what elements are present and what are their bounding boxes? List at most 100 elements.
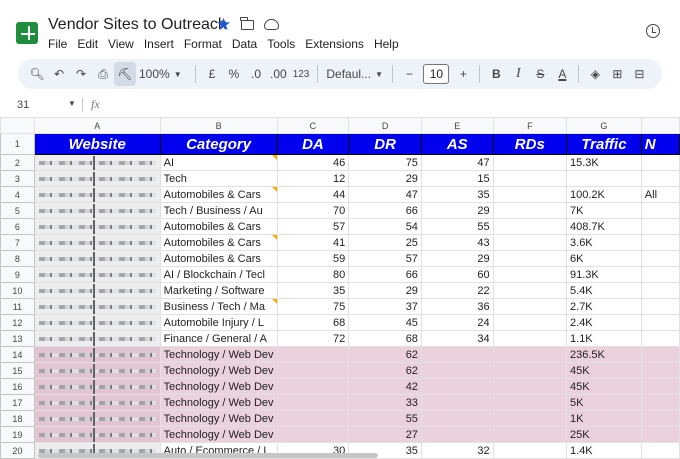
decrease-font-size-button[interactable]: − xyxy=(398,62,420,86)
cell-as[interactable]: 35 xyxy=(420,186,494,203)
cell-rds[interactable] xyxy=(492,266,568,283)
cell-rds[interactable] xyxy=(492,202,568,219)
cell-dr[interactable]: 29 xyxy=(348,170,422,187)
cell-h[interactable] xyxy=(640,394,680,411)
fill-color-icon[interactable]: ◈ xyxy=(584,62,606,86)
row-header[interactable]: 18 xyxy=(0,410,35,427)
cell-website[interactable] xyxy=(33,298,161,315)
cell-h[interactable] xyxy=(640,410,680,427)
cell-rds[interactable] xyxy=(492,362,568,379)
cell-rds[interactable] xyxy=(492,234,568,251)
cell-category[interactable]: Technology / Web Dev xyxy=(159,426,278,443)
horizontal-scrollbar[interactable] xyxy=(38,453,378,458)
text-color-button[interactable]: A xyxy=(551,62,573,86)
row-header[interactable]: 6 xyxy=(0,218,35,235)
row-header[interactable]: 15 xyxy=(0,362,35,379)
redo-icon[interactable]: ↷ xyxy=(70,62,92,86)
row-header[interactable]: 9 xyxy=(0,266,35,283)
cell-da[interactable]: 35 xyxy=(276,282,350,299)
cell-traffic[interactable]: 91.3K xyxy=(566,266,642,283)
cell-traffic[interactable]: 5K xyxy=(566,394,642,411)
row-header[interactable]: 16 xyxy=(0,378,35,395)
cell-da[interactable] xyxy=(276,378,350,395)
cell-dr[interactable]: 62 xyxy=(348,362,422,379)
row-header[interactable]: 3 xyxy=(0,170,35,187)
cell-traffic[interactable]: 7K xyxy=(566,202,642,219)
cell-as[interactable] xyxy=(420,426,494,443)
cell-traffic[interactable]: 45K xyxy=(566,378,642,395)
percent-format-button[interactable]: % xyxy=(223,62,245,86)
cell-website[interactable] xyxy=(33,362,161,379)
cell-category[interactable]: AI xyxy=(159,154,278,171)
cell-h[interactable] xyxy=(640,298,680,315)
cell-da[interactable]: 12 xyxy=(276,170,350,187)
menu-data[interactable]: Data xyxy=(232,37,257,51)
menu-tools[interactable]: Tools xyxy=(267,37,295,51)
cell-rds[interactable] xyxy=(492,218,568,235)
cell-traffic[interactable]: 2.7K xyxy=(566,298,642,315)
cell-traffic[interactable]: 25K xyxy=(566,426,642,443)
cell-category[interactable]: Finance / General / A xyxy=(159,330,278,347)
cell-da[interactable]: 57 xyxy=(276,218,350,235)
menu-file[interactable]: File xyxy=(48,37,67,51)
cell-as[interactable] xyxy=(420,394,494,411)
cell-category[interactable]: Automobile Injury / L xyxy=(159,314,278,331)
borders-icon[interactable]: ⊞ xyxy=(606,62,628,86)
menu-view[interactable]: View xyxy=(108,37,134,51)
cell-as[interactable]: 29 xyxy=(420,202,494,219)
cell-da[interactable]: 41 xyxy=(276,234,350,251)
cell-traffic[interactable]: 2.4K xyxy=(566,314,642,331)
menu-format[interactable]: Format xyxy=(184,37,222,51)
cell-h[interactable] xyxy=(640,154,680,171)
search-menus-icon[interactable]: 🔍︎ xyxy=(26,62,48,86)
cell-category[interactable]: Technology / Web Dev xyxy=(159,378,278,395)
cell-traffic[interactable]: 1K xyxy=(566,410,642,427)
cell-h[interactable] xyxy=(640,234,680,251)
cell-website[interactable] xyxy=(33,170,161,187)
cell-category[interactable]: Technology / Web Dev xyxy=(159,410,278,427)
row-header[interactable]: 13 xyxy=(0,330,35,347)
cell-h[interactable] xyxy=(640,378,680,395)
cell-as[interactable]: 60 xyxy=(420,266,494,283)
cell-h[interactable] xyxy=(640,250,680,267)
cell-traffic[interactable]: 3.6K xyxy=(566,234,642,251)
cell-category[interactable]: Automobiles & Cars xyxy=(159,250,278,267)
cell-website[interactable] xyxy=(33,186,161,203)
zoom-select[interactable]: 100% ▼ xyxy=(136,62,190,86)
row-header[interactable]: 17 xyxy=(0,394,35,411)
column-header-a[interactable]: A xyxy=(33,117,161,134)
font-select[interactable]: Defaul... ▼ xyxy=(323,62,387,86)
cell-as[interactable]: 29 xyxy=(420,250,494,267)
cell-dr[interactable]: 54 xyxy=(348,218,422,235)
cell-website[interactable] xyxy=(33,378,161,395)
cell-traffic[interactable]: 408.7K xyxy=(566,218,642,235)
cell-dr[interactable]: 42 xyxy=(348,378,422,395)
row-header[interactable]: 7 xyxy=(0,234,35,251)
cell-da[interactable] xyxy=(276,362,350,379)
header-da[interactable]: DA xyxy=(276,133,350,155)
cell-website[interactable] xyxy=(33,250,161,267)
strikethrough-button[interactable]: S xyxy=(529,62,551,86)
bold-button[interactable]: B xyxy=(485,62,507,86)
cell-category[interactable]: Tech xyxy=(159,170,278,187)
cell-h[interactable] xyxy=(640,426,680,443)
cell-da[interactable]: 80 xyxy=(276,266,350,283)
cell-h[interactable] xyxy=(640,266,680,283)
cell-da[interactable]: 46 xyxy=(276,154,350,171)
cell-as[interactable] xyxy=(420,346,494,363)
cell-dr[interactable]: 29 xyxy=(348,282,422,299)
cell-website[interactable] xyxy=(33,314,161,331)
cell-rds[interactable] xyxy=(492,394,568,411)
more-formats-button[interactable]: 123 xyxy=(290,62,313,86)
cell-website[interactable] xyxy=(33,346,161,363)
cell-dr[interactable]: 47 xyxy=(348,186,422,203)
cell-as[interactable]: 43 xyxy=(420,234,494,251)
column-header-b[interactable]: B xyxy=(159,117,278,134)
cell-category[interactable]: Automobiles & Cars xyxy=(159,186,278,203)
row-header[interactable]: 2 xyxy=(0,154,35,171)
cell-h[interactable] xyxy=(640,346,680,363)
cell-dr[interactable]: 25 xyxy=(348,234,422,251)
cell-dr[interactable]: 57 xyxy=(348,250,422,267)
cell-website[interactable] xyxy=(33,330,161,347)
cell-as[interactable]: 47 xyxy=(420,154,494,171)
